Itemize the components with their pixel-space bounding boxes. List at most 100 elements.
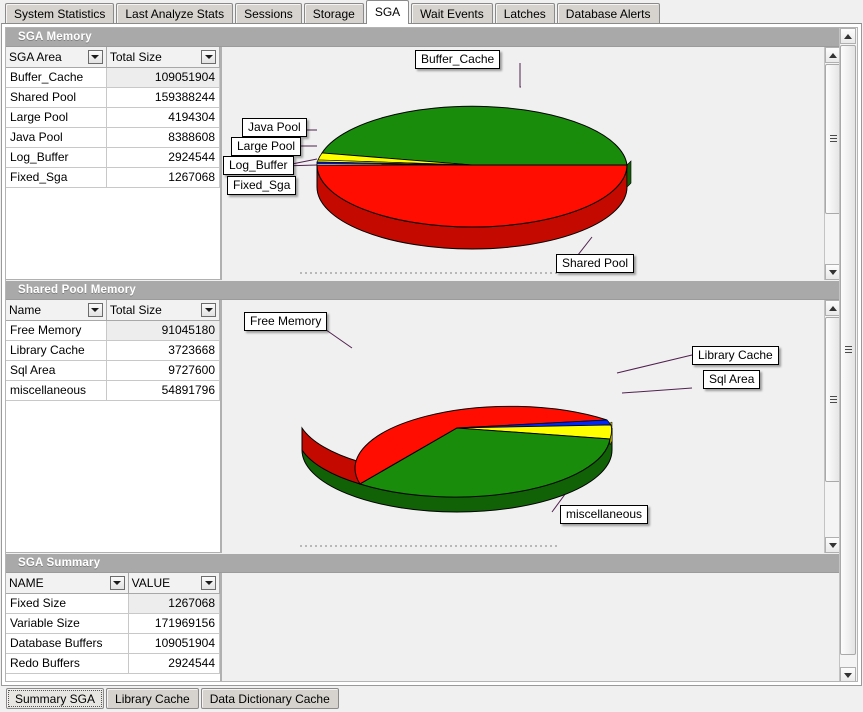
bottom-tab-summary-sga[interactable]: Summary SGA bbox=[6, 688, 104, 709]
sga-memory-pie-svg bbox=[222, 47, 841, 280]
panel-shared-pool-memory-title: Shared Pool Memory bbox=[6, 281, 841, 300]
scrollbar-thumb[interactable] bbox=[840, 45, 856, 655]
callout-free-memory: Free Memory bbox=[244, 312, 327, 331]
panel-shared-pool-memory-body: Name Total Size bbox=[6, 300, 841, 553]
sga-memory-chart: Buffer_Cache Java Pool Large Pool Log_Bu… bbox=[221, 47, 841, 280]
shared-pool-memory-grid[interactable]: Name Total Size bbox=[6, 300, 221, 553]
chevron-down-icon[interactable] bbox=[88, 303, 103, 317]
column-header-label: Total Size bbox=[110, 303, 162, 317]
cell-name: Library Cache bbox=[6, 340, 106, 360]
chevron-down-icon[interactable] bbox=[201, 50, 216, 64]
pie-side-buffer-cache bbox=[627, 161, 631, 187]
panel-sga-memory-body: SGA Area Total Size bbox=[6, 47, 841, 280]
cell-value: 2924544 bbox=[128, 653, 219, 673]
cell-name: Large Pool bbox=[6, 107, 106, 127]
column-header-label: Name bbox=[9, 303, 41, 317]
table-row[interactable]: Library Cache 3723668 bbox=[6, 340, 220, 360]
cell-value: 91045180 bbox=[106, 320, 219, 340]
cell-value: 3723668 bbox=[106, 340, 219, 360]
cell-name: Variable Size bbox=[6, 613, 128, 633]
table-row[interactable]: Sql Area 9727600 bbox=[6, 360, 220, 380]
callout-library-cache: Library Cache bbox=[692, 346, 779, 365]
cell-value: 1267068 bbox=[128, 593, 219, 613]
content-frame-inner: SGA Memory SGA Area bbox=[5, 27, 858, 682]
tab-last-analyze-stats[interactable]: Last Analyze Stats bbox=[116, 3, 233, 24]
shared-pool-memory-pie-svg bbox=[222, 300, 841, 553]
tab-storage[interactable]: Storage bbox=[304, 3, 364, 24]
tab-wait-events[interactable]: Wait Events bbox=[411, 3, 493, 24]
column-header-label: NAME bbox=[9, 576, 44, 590]
cell-value: 9727600 bbox=[106, 360, 219, 380]
table-row[interactable]: Variable Size 171969156 bbox=[6, 613, 220, 633]
callout-miscellaneous: miscellaneous bbox=[560, 505, 648, 524]
bottom-tab-library-cache[interactable]: Library Cache bbox=[106, 688, 199, 709]
column-header-total-size[interactable]: Total Size bbox=[106, 47, 219, 67]
table-row[interactable]: Shared Pool 159388244 bbox=[6, 87, 220, 107]
bottom-tab-data-dictionary-cache[interactable]: Data Dictionary Cache bbox=[201, 688, 339, 709]
callout-buffer-cache: Buffer_Cache bbox=[415, 50, 500, 69]
top-tab-strip: System Statistics Last Analyze Stats Ses… bbox=[0, 0, 863, 24]
cell-value: 171969156 bbox=[128, 613, 219, 633]
table-header-row: SGA Area Total Size bbox=[6, 47, 220, 67]
table-row[interactable]: Fixed Size 1267068 bbox=[6, 593, 220, 613]
callout-log-buffer: Log_Buffer bbox=[223, 156, 294, 175]
column-header-name[interactable]: NAME bbox=[6, 573, 128, 593]
table-row[interactable]: Free Memory 91045180 bbox=[6, 320, 220, 340]
table-row[interactable]: Buffer_Cache 109051904 bbox=[6, 67, 220, 87]
table-row[interactable]: Redo Buffers 2924544 bbox=[6, 653, 220, 673]
cell-value: 8388608 bbox=[106, 127, 219, 147]
tab-database-alerts[interactable]: Database Alerts bbox=[557, 3, 660, 24]
column-header-label: SGA Area bbox=[9, 50, 62, 64]
column-header-name[interactable]: Name bbox=[6, 300, 106, 320]
scroll-up-icon[interactable] bbox=[840, 28, 856, 44]
pie-slice-buffer-cache bbox=[322, 106, 627, 165]
tab-system-statistics[interactable]: System Statistics bbox=[5, 3, 114, 24]
table-header-row: NAME VALUE bbox=[6, 573, 220, 593]
table-row[interactable]: Java Pool 8388608 bbox=[6, 127, 220, 147]
tab-latches[interactable]: Latches bbox=[495, 3, 555, 24]
main-scrollbar[interactable] bbox=[839, 28, 857, 682]
content-frame: SGA Memory SGA Area bbox=[1, 23, 862, 686]
column-header-total-size[interactable]: Total Size bbox=[106, 300, 219, 320]
panel-resize-grip[interactable] bbox=[300, 544, 560, 549]
cell-value: 109051904 bbox=[128, 633, 219, 653]
sga-summary-grid[interactable]: NAME VALUE bbox=[6, 573, 221, 682]
cell-value: 109051904 bbox=[106, 67, 219, 87]
column-header-label: VALUE bbox=[132, 576, 170, 590]
application-window: System Statistics Last Analyze Stats Ses… bbox=[0, 0, 863, 712]
sga-memory-grid[interactable]: SGA Area Total Size bbox=[6, 47, 221, 280]
column-header-sga-area[interactable]: SGA Area bbox=[6, 47, 106, 67]
cell-value: 1267068 bbox=[106, 167, 219, 187]
chevron-down-icon[interactable] bbox=[201, 576, 216, 590]
callout-java-pool: Java Pool bbox=[242, 118, 307, 137]
panel-sga-summary-body: NAME VALUE bbox=[6, 573, 841, 682]
table-row[interactable]: Log_Buffer 2924544 bbox=[6, 147, 220, 167]
chevron-down-icon[interactable] bbox=[110, 576, 125, 590]
cell-value: 2924544 bbox=[106, 147, 219, 167]
table-row[interactable]: Large Pool 4194304 bbox=[6, 107, 220, 127]
cell-value: 159388244 bbox=[106, 87, 219, 107]
panel-sga-summary: SGA Summary NAME bbox=[6, 554, 841, 682]
scroll-down-icon[interactable] bbox=[840, 667, 856, 682]
panel-resize-grip[interactable] bbox=[300, 271, 560, 276]
chevron-down-icon[interactable] bbox=[88, 50, 103, 64]
cell-name: Java Pool bbox=[6, 127, 106, 147]
cell-name: Redo Buffers bbox=[6, 653, 128, 673]
cell-value: 54891796 bbox=[106, 380, 219, 400]
tab-sessions[interactable]: Sessions bbox=[235, 3, 302, 24]
tab-sga[interactable]: SGA bbox=[366, 0, 409, 24]
table-row[interactable]: miscellaneous 54891796 bbox=[6, 380, 220, 400]
shared-pool-memory-chart: Free Memory Library Cache Sql Area misce… bbox=[221, 300, 841, 553]
column-header-value[interactable]: VALUE bbox=[128, 573, 219, 593]
table-row[interactable]: Fixed_Sga 1267068 bbox=[6, 167, 220, 187]
chevron-down-icon[interactable] bbox=[201, 303, 216, 317]
panel-sga-memory: SGA Memory SGA Area bbox=[6, 28, 841, 280]
cell-name: Fixed Size bbox=[6, 593, 128, 613]
sga-summary-blank-area bbox=[221, 573, 841, 682]
cell-name: Buffer_Cache bbox=[6, 67, 106, 87]
cell-name: Free Memory bbox=[6, 320, 106, 340]
callout-shared-pool: Shared Pool bbox=[556, 254, 634, 273]
cell-name: Database Buffers bbox=[6, 633, 128, 653]
cell-name: miscellaneous bbox=[6, 380, 106, 400]
table-row[interactable]: Database Buffers 109051904 bbox=[6, 633, 220, 653]
